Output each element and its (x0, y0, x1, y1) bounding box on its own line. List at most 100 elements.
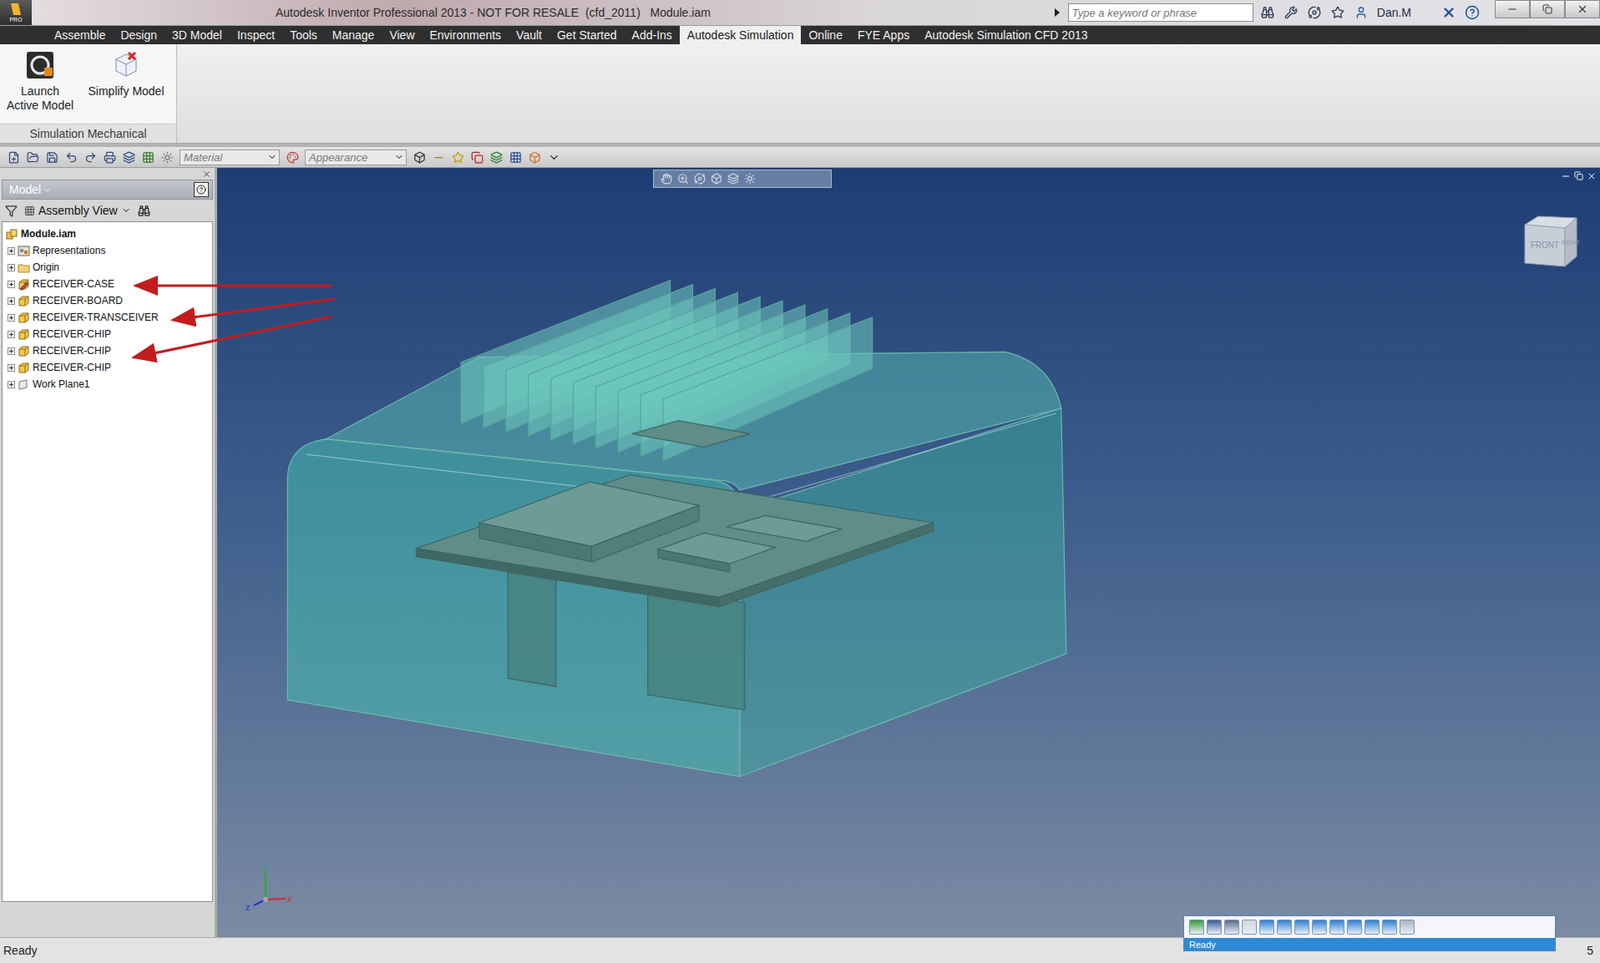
toolbar-icon[interactable] (81, 148, 99, 166)
snap-icon[interactable] (449, 148, 466, 166)
expand-icon[interactable] (7, 247, 16, 255)
copy-icon[interactable] (468, 148, 486, 166)
ribbon-tab[interactable]: Environments (422, 25, 510, 45)
grid2-icon[interactable] (506, 148, 524, 166)
toolbar-icon[interactable] (101, 148, 118, 166)
ribbon-tab[interactable]: Tools (282, 25, 325, 45)
find-icon[interactable] (137, 204, 151, 218)
ribbon-tab[interactable]: Manage (324, 25, 383, 45)
expand-icon[interactable] (7, 280, 16, 289)
expand-icon[interactable] (7, 297, 16, 305)
binoculars-icon[interactable] (1258, 3, 1277, 22)
tree-item[interactable]: RECEIVER-TRANSCEIVER (2, 308, 213, 326)
search-field[interactable] (1068, 3, 1254, 22)
minimize-icon[interactable] (1494, 0, 1530, 19)
user-name[interactable]: Dan.M (1375, 5, 1435, 20)
floating-tool-icon[interactable] (1399, 919, 1415, 935)
ribbon-tab[interactable]: Assemble (46, 25, 113, 45)
function-icon[interactable] (410, 148, 428, 166)
measure-icon[interactable] (430, 148, 447, 166)
floating-tool-icon[interactable] (1206, 919, 1222, 935)
zoom-icon[interactable] (677, 172, 689, 185)
expand-icon[interactable] (7, 380, 16, 389)
layers-icon[interactable] (120, 148, 137, 166)
appearance-icon[interactable] (283, 148, 301, 166)
floating-tool-icon[interactable] (1364, 919, 1380, 935)
browser-help-icon[interactable] (193, 182, 209, 198)
view-cube-icon[interactable]: FRONTRIGHT (1519, 211, 1580, 272)
ribbon-tab[interactable]: Add-Ins (624, 25, 680, 45)
tree-item[interactable]: RECEIVER-BOARD (2, 292, 213, 309)
floating-tool-icon[interactable] (1329, 919, 1345, 935)
tree-item[interactable]: RECEIVER-CHIP (2, 359, 213, 376)
expand-search-icon[interactable] (1054, 8, 1060, 17)
ribbon-tab[interactable]: Autodesk Simulation (679, 25, 802, 45)
help-icon[interactable] (1463, 3, 1482, 22)
tree-item[interactable]: Work Plane1 (2, 375, 213, 393)
ribbon-button[interactable]: Launch Active Model (5, 49, 76, 124)
tree-root[interactable]: Module.iam (2, 225, 213, 243)
toolbar-icon[interactable] (24, 148, 41, 166)
look-at-icon[interactable] (744, 172, 756, 185)
orbit-icon[interactable] (693, 172, 706, 185)
ribbon-tab[interactable]: Online (800, 25, 850, 45)
close-panel-icon[interactable] (202, 169, 212, 179)
tree-item[interactable]: RECEIVER-CHIP (2, 325, 213, 343)
view-select[interactable]: Assembly View (24, 203, 132, 218)
view-face-icon[interactable] (710, 172, 723, 185)
viewport-restore-icon[interactable] (1574, 171, 1584, 181)
tree-item[interactable]: RECEIVER-CHIP (2, 342, 213, 360)
view-cube[interactable]: FRONTRIGHT (1519, 211, 1580, 272)
tree-item[interactable]: Origin (2, 258, 213, 276)
more-icon[interactable] (545, 148, 563, 166)
grid-icon[interactable] (139, 148, 157, 166)
floating-tool-icon[interactable] (1382, 919, 1398, 935)
viewport-close-icon[interactable] (1586, 171, 1597, 182)
panel-icon[interactable] (526, 148, 543, 166)
restore-icon[interactable] (1529, 0, 1565, 19)
user-icon[interactable] (1351, 3, 1371, 22)
ribbon-tab[interactable]: Design (112, 25, 165, 45)
floating-tool-icon[interactable] (1294, 919, 1310, 935)
ribbon-tab[interactable]: Vault (508, 25, 550, 45)
exchange-icon[interactable] (1439, 3, 1459, 22)
graphics-viewport[interactable]: FRONTRIGHTyzx (217, 167, 1600, 937)
floating-tool-icon[interactable] (1241, 919, 1257, 935)
zoom-all-icon[interactable] (727, 172, 740, 185)
expand-icon[interactable] (7, 330, 16, 339)
floating-tool-icon[interactable] (1259, 919, 1275, 935)
browser-title[interactable]: Model (9, 182, 52, 197)
floating-tool-icon[interactable] (1311, 919, 1327, 935)
tree-item[interactable]: RECEIVER-CASE (2, 275, 213, 293)
floating-tool-icon[interactable] (1276, 919, 1292, 935)
pan-icon[interactable] (660, 172, 673, 185)
toolbar-icon[interactable] (43, 148, 61, 166)
toolbar-icon[interactable] (62, 148, 80, 166)
expand-icon[interactable] (7, 347, 16, 355)
expand-icon[interactable] (7, 313, 16, 322)
toolbar-icon[interactable] (5, 148, 22, 166)
floating-tool-icon[interactable] (1189, 919, 1205, 935)
ribbon-tab[interactable]: 3D Model (164, 25, 230, 45)
ribbon-tab[interactable]: FYE Apps (850, 25, 917, 45)
app-logo[interactable]: PRO (0, 0, 32, 26)
globe-icon[interactable] (158, 148, 176, 166)
ribbon-button[interactable]: Simplify Model (81, 49, 171, 124)
floating-tool-icon[interactable] (1224, 919, 1240, 935)
material-dropdown[interactable]: Material (179, 149, 280, 166)
floating-tool-icon[interactable] (1346, 919, 1363, 935)
close-icon[interactable] (1564, 0, 1600, 19)
filter-icon[interactable] (5, 204, 18, 218)
ribbon-tab[interactable]: Get Started (549, 25, 625, 45)
tree-item[interactable]: Representations (2, 242, 213, 259)
expand-icon[interactable] (7, 364, 16, 372)
ribbon-tab[interactable]: Inspect (229, 25, 283, 45)
ribbon-tab[interactable]: View (381, 25, 422, 45)
ribbon-tab[interactable]: Autodesk Simulation CFD 2013 (916, 25, 1095, 45)
expand-icon[interactable] (7, 263, 16, 272)
wrench-icon[interactable] (1281, 3, 1301, 22)
viewport-minimize-icon[interactable] (1560, 171, 1571, 182)
update-icon[interactable] (487, 148, 505, 166)
appearance-dropdown[interactable]: Appearance (304, 149, 407, 166)
star-icon[interactable] (1328, 3, 1347, 22)
